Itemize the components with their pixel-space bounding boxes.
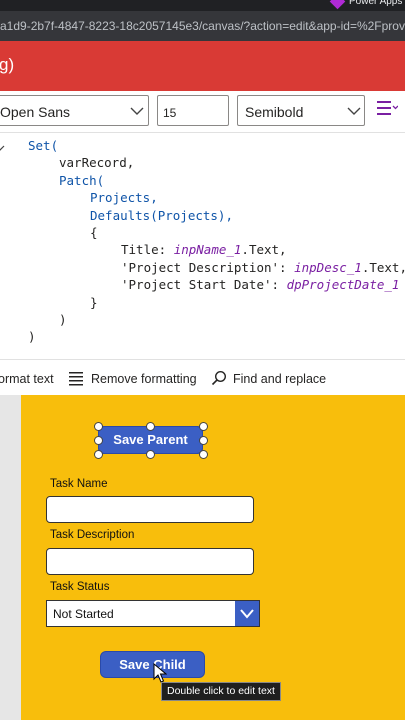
code-line[interactable]: 'Project Start Date': dpProjectDate_1: [121, 277, 399, 292]
font-size-input[interactable]: 15: [157, 95, 229, 126]
task-status-dropdown[interactable]: Not Started: [46, 600, 260, 627]
chevron-down-icon: [130, 107, 144, 115]
chevron-down-icon: [240, 609, 254, 619]
studio-app-bar: g): [0, 41, 405, 91]
resize-handle[interactable]: [93, 421, 103, 431]
code-token: {: [90, 225, 98, 240]
font-family-value: Open Sans: [0, 104, 71, 120]
browser-tab-title[interactable]: Power Apps: [349, 0, 402, 8]
code-line[interactable]: {: [90, 225, 98, 240]
control-reference: inpName_1: [173, 242, 242, 258]
code-token: 'Project Start Date':: [121, 277, 287, 293]
code-token: 'Project Description':: [121, 259, 295, 275]
font-size-value: 15: [163, 106, 177, 120]
formatting-toolbar: Open Sans 15 Semibold: [0, 91, 405, 133]
resize-handle[interactable]: [145, 421, 155, 431]
control-reference: dpProjectDate_1: [286, 277, 400, 293]
code-token: .Text,: [361, 259, 405, 275]
tooltip: Double click to edit text: [161, 682, 281, 701]
hamburger-icon[interactable]: [376, 99, 398, 117]
task-description-label: Task Description: [50, 529, 135, 541]
code-line[interactable]: Projects,: [90, 190, 158, 205]
font-weight-dropdown[interactable]: Semibold: [237, 95, 365, 126]
code-line[interactable]: ): [28, 329, 36, 344]
code-token: Defaults(Projects),: [90, 207, 233, 223]
code-token: ): [59, 312, 67, 327]
font-weight-value: Semibold: [245, 104, 304, 120]
browser-tab-strip: Power Apps: [0, 0, 405, 11]
code-line[interactable]: Defaults(Projects),: [90, 208, 233, 223]
control-reference: inpDesc_1: [294, 259, 362, 275]
task-description-input[interactable]: [46, 548, 254, 575]
remove-formatting-button[interactable]: Remove formatting: [91, 372, 197, 387]
mouse-pointer-icon: [153, 663, 167, 683]
code-token: .Text,: [241, 242, 287, 258]
task-name-label: Task Name: [50, 478, 108, 490]
code-line[interactable]: varRecord,: [59, 155, 134, 170]
code-token: Title:: [121, 242, 174, 258]
resize-handle[interactable]: [198, 449, 208, 459]
formula-action-bar: ormat text Remove formatting Find and re…: [0, 361, 405, 395]
address-bar[interactable]: a1d9-2b7f-4847-8223-18c2057145e3/canvas/…: [0, 11, 405, 41]
code-token: }: [90, 294, 98, 310]
address-url[interactable]: a1d9-2b7f-4847-8223-18c2057145e3/canvas/…: [0, 19, 405, 33]
task-name-input[interactable]: [46, 496, 254, 523]
resize-handle[interactable]: [198, 435, 208, 445]
code-line[interactable]: Title: inpName_1.Text,: [121, 242, 287, 257]
code-line[interactable]: Set(: [28, 138, 58, 153]
code-line[interactable]: 'Project Description': inpDesc_1.Text,: [121, 260, 405, 275]
code-token: Set(: [28, 138, 59, 153]
code-token: varRecord,: [59, 155, 135, 171]
resize-handle[interactable]: [93, 449, 103, 459]
dropdown-toggle[interactable]: [235, 601, 259, 626]
collapse-chevron-icon[interactable]: [0, 143, 10, 153]
font-family-dropdown[interactable]: Open Sans: [0, 95, 149, 126]
code-line[interactable]: Patch(: [59, 173, 104, 188]
task-status-value: Not Started: [53, 607, 114, 621]
app-title: g): [0, 55, 15, 74]
code-line[interactable]: }: [90, 295, 98, 310]
resize-handle[interactable]: [198, 421, 208, 431]
search-icon[interactable]: [211, 370, 227, 386]
code-token: Patch(: [59, 172, 105, 188]
chevron-down-icon: [347, 107, 361, 115]
remove-formatting-icon[interactable]: [68, 370, 84, 386]
code-token: ): [28, 329, 36, 345]
formula-bar[interactable]: Set(varRecord, Patch( Projects, Defaults(Pr…: [0, 134, 405, 360]
power-apps-logo-icon: [329, 0, 346, 10]
code-token: Projects,: [90, 190, 158, 206]
resize-handle[interactable]: [145, 449, 155, 459]
code-line[interactable]: ): [59, 312, 67, 327]
task-status-label: Task Status: [50, 581, 110, 593]
resize-handle[interactable]: [93, 435, 103, 445]
format-text-button[interactable]: ormat text: [0, 372, 54, 387]
find-and-replace-button[interactable]: Find and replace: [233, 372, 326, 387]
